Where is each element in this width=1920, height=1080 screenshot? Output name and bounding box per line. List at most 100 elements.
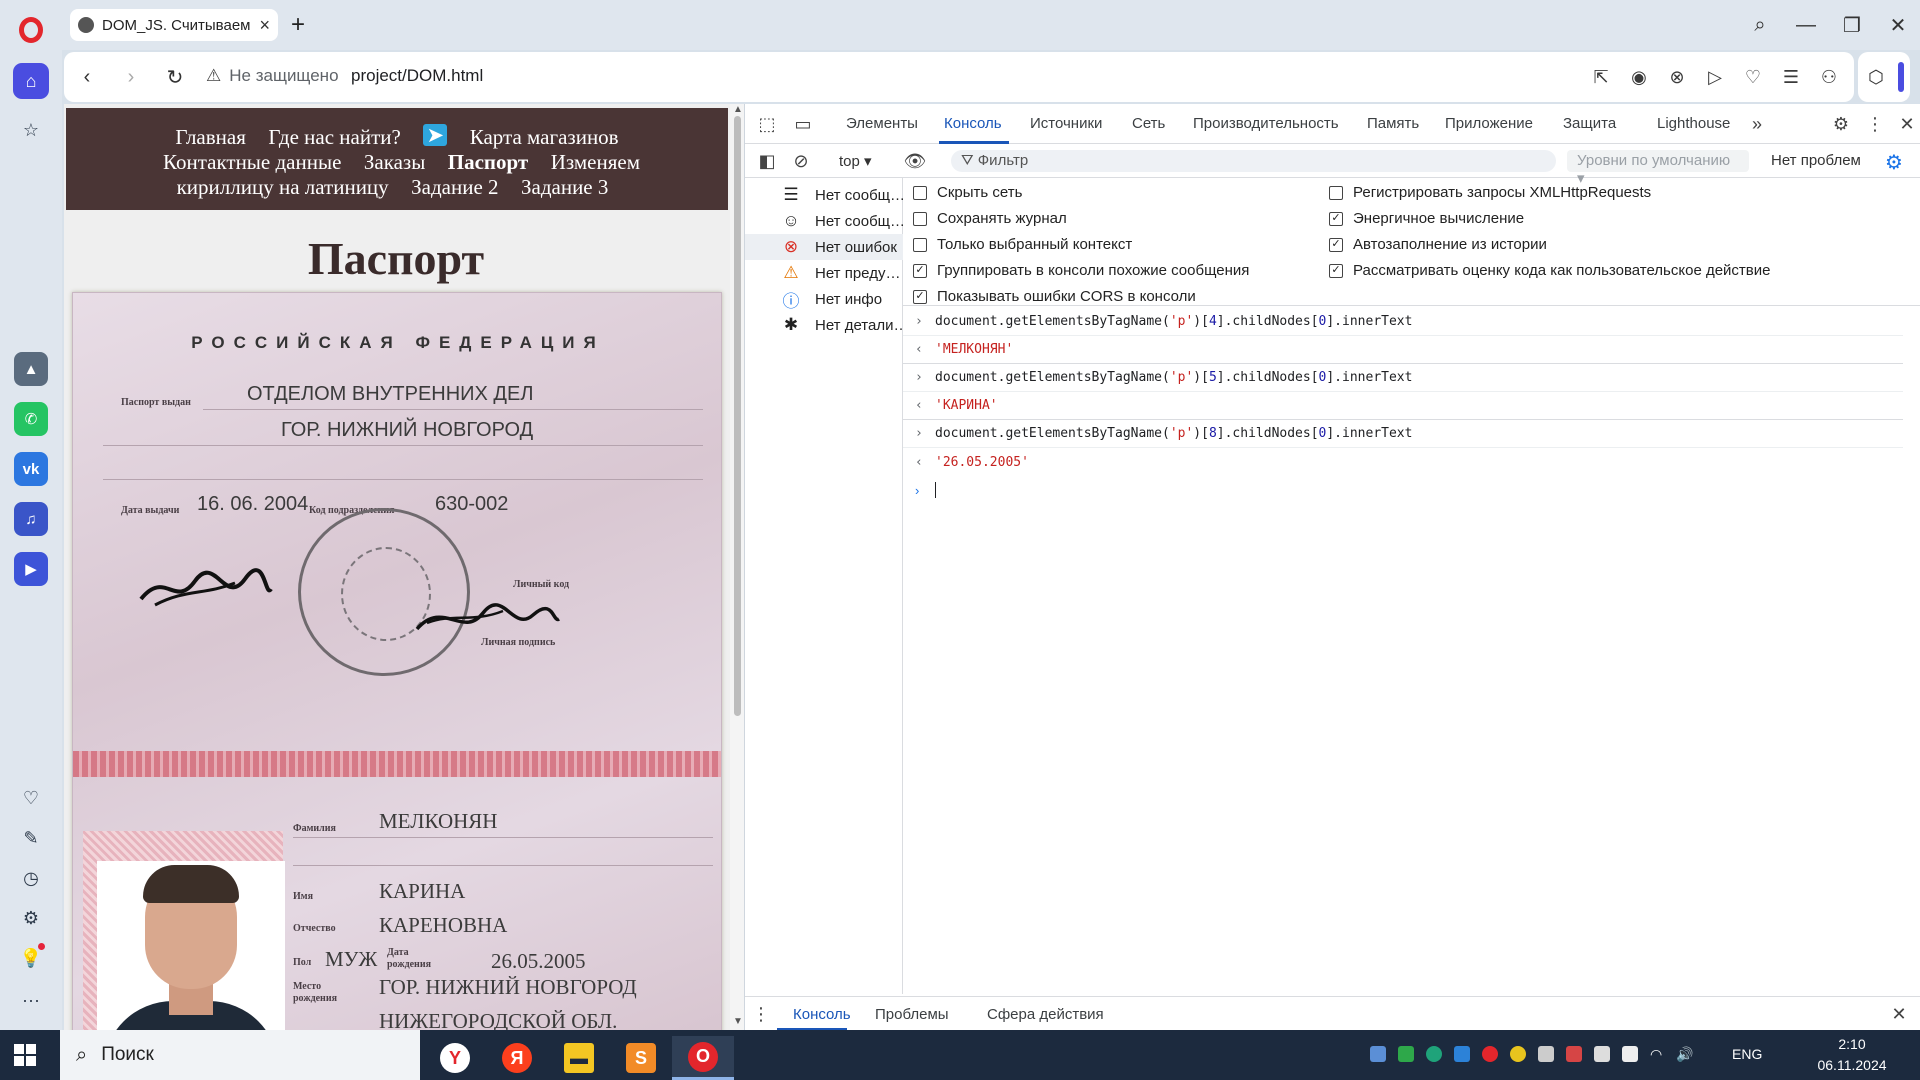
nav-link-home[interactable]: Главная: [175, 125, 246, 149]
sidebar-item-info[interactable]: ⓘ Нет инфо: [745, 286, 903, 312]
option-eager-eval[interactable]: ✓ Энергичное вычисление: [1329, 210, 1524, 227]
sublime-text-icon[interactable]: S: [610, 1036, 672, 1080]
sidebar-item-user-messages[interactable]: ☺ Нет сообщ…: [745, 208, 903, 234]
url-field[interactable]: project/DOM.html: [351, 66, 483, 86]
nav-link-passport[interactable]: Паспорт: [448, 150, 528, 174]
option-user-activation[interactable]: ✓ Рассматривать оценку кода как пользоват…: [1329, 262, 1771, 279]
security-indicator[interactable]: ⚠ Не защищено: [206, 66, 339, 86]
share-icon[interactable]: ⇱: [1588, 64, 1614, 90]
tab-sources[interactable]: Источники: [1030, 115, 1102, 132]
vk-icon[interactable]: vk: [14, 452, 48, 486]
page-scrollbar[interactable]: ▲ ▼: [730, 104, 744, 1030]
opera-logo-icon[interactable]: [19, 17, 43, 43]
sidebar-item-errors[interactable]: ⊗ Нет ошибок: [745, 234, 903, 260]
tab-performance[interactable]: Производительность: [1193, 115, 1339, 132]
language-indicator[interactable]: ENG: [1732, 1046, 1762, 1062]
tips-icon[interactable]: 💡: [13, 940, 49, 976]
search-tabs-icon[interactable]: ⌕: [1742, 11, 1778, 39]
forward-icon[interactable]: ›: [118, 64, 144, 90]
nav-link-where[interactable]: Где нас найти?: [268, 125, 400, 149]
expand-icon[interactable]: ›: [915, 370, 935, 385]
music-app-icon[interactable]: ♫: [14, 502, 48, 536]
option-cors-errors[interactable]: ✓ Показывать ошибки CORS в консоли: [913, 288, 1196, 305]
browser-tab[interactable]: DOM_JS. Считываем инф ×: [70, 9, 278, 41]
checkbox-checked[interactable]: ✓: [913, 289, 927, 304]
volume-icon[interactable]: 🔊: [1676, 1046, 1693, 1062]
drawer-tab-scope[interactable]: Сфера действия: [987, 1006, 1104, 1023]
history-icon[interactable]: ◷: [13, 860, 49, 896]
clock-time[interactable]: 2:10: [1800, 1036, 1904, 1052]
tab-lighthouse[interactable]: Lighthouse: [1657, 115, 1730, 132]
tray-bluetooth-icon[interactable]: [1454, 1046, 1470, 1062]
minimize-button[interactable]: —: [1788, 11, 1824, 39]
devtools-settings-icon[interactable]: ⚙: [1829, 112, 1853, 136]
tray-opera-icon[interactable]: [1482, 1046, 1498, 1062]
scroll-up-icon[interactable]: ▲: [733, 104, 743, 115]
checkbox-checked[interactable]: ✓: [1329, 263, 1343, 278]
taskbar-search[interactable]: ⌕ Поиск: [60, 1030, 420, 1080]
sidebar-toggle[interactable]: [1898, 62, 1904, 92]
back-icon[interactable]: ‹: [74, 64, 100, 90]
devtools-close-icon[interactable]: ✕: [1895, 112, 1919, 136]
nav-link-stores-map[interactable]: Карта магазинов: [470, 125, 619, 149]
sidebar-item-verbose[interactable]: ✱ Нет детали…: [745, 312, 903, 338]
sidebar-item-messages[interactable]: ☰ Нет сообщ…: [745, 182, 903, 208]
clock-date[interactable]: 06.11.2024: [1800, 1057, 1904, 1073]
player-app-icon[interactable]: ▶: [14, 552, 48, 586]
easy-setup-icon[interactable]: ☰: [1778, 64, 1804, 90]
console-input-row[interactable]: › document.getElementsByTagName('p')[5].…: [903, 364, 1903, 392]
checkbox[interactable]: [913, 185, 927, 200]
tab-application[interactable]: Приложение: [1445, 115, 1533, 132]
tray-device-icon[interactable]: [1370, 1046, 1386, 1062]
tab-memory[interactable]: Память: [1367, 115, 1419, 132]
nav-link-task3[interactable]: Задание 3: [521, 175, 608, 199]
yandex-icon[interactable]: Я: [486, 1036, 548, 1080]
drawer-tab-console[interactable]: Консоль: [793, 1006, 851, 1023]
send-icon[interactable]: ▷: [1702, 64, 1728, 90]
nav-link-orders[interactable]: Заказы: [364, 150, 425, 174]
star-icon[interactable]: ☆: [13, 112, 49, 148]
adblock-icon[interactable]: ⊗: [1664, 64, 1690, 90]
wifi-icon[interactable]: ◠: [1650, 1046, 1666, 1062]
checkbox-checked[interactable]: ✓: [1329, 237, 1343, 252]
settings-icon[interactable]: ⚙: [13, 900, 49, 936]
tray-monitor-icon[interactable]: [1594, 1046, 1610, 1062]
windows-start-icon[interactable]: [14, 1044, 36, 1066]
console-settings-icon[interactable]: ⚙: [1885, 150, 1903, 175]
tab-security[interactable]: Защита: [1563, 115, 1616, 132]
scroll-thumb[interactable]: [734, 116, 741, 716]
heart-icon[interactable]: ♡: [13, 780, 49, 816]
tray-security-icon[interactable]: [1566, 1046, 1582, 1062]
option-selected-context[interactable]: Только выбранный контекст: [913, 236, 1132, 253]
option-preserve-log[interactable]: Сохранять журнал: [913, 210, 1067, 227]
device-toggle-icon[interactable]: ▭: [791, 112, 815, 136]
tab-console[interactable]: Консоль: [944, 115, 1002, 132]
telegram-icon[interactable]: ➤: [423, 124, 448, 146]
log-levels-select[interactable]: Уровни по умолчанию ▾: [1567, 150, 1749, 187]
opera-taskbar-icon[interactable]: O: [672, 1036, 734, 1080]
file-explorer-icon[interactable]: ▬: [548, 1036, 610, 1080]
tray-app-icon[interactable]: [1510, 1046, 1526, 1062]
tab-network[interactable]: Сеть: [1132, 115, 1165, 132]
scroll-down-icon[interactable]: ▼: [733, 1016, 743, 1027]
checkbox[interactable]: [1329, 185, 1343, 200]
whatsapp-icon[interactable]: ✆: [14, 402, 48, 436]
yandex-browser-icon[interactable]: Y: [424, 1036, 486, 1080]
console-input-row[interactable]: › document.getElementsByTagName('p')[4].…: [903, 308, 1903, 336]
nav-link-task2[interactable]: Задание 2: [411, 175, 498, 199]
sidebar-item-warnings[interactable]: ⚠ Нет преду…: [745, 260, 903, 286]
extensions-button[interactable]: ⬡: [1858, 52, 1910, 102]
live-expression-icon[interactable]: 👁: [903, 149, 927, 173]
snapshot-icon[interactable]: ◉: [1626, 64, 1652, 90]
inspect-element-icon[interactable]: ⬚: [755, 112, 779, 136]
checkbox-checked[interactable]: ✓: [1329, 211, 1343, 226]
close-tab-icon[interactable]: ×: [259, 15, 270, 36]
aria-app-icon[interactable]: ▲: [14, 352, 48, 386]
context-select[interactable]: top ▾: [839, 152, 872, 170]
tray-usb-icon[interactable]: [1538, 1046, 1554, 1062]
new-tab-button[interactable]: +: [284, 11, 312, 39]
sidebar-toggle-icon[interactable]: ◧: [755, 149, 779, 173]
expand-icon[interactable]: ›: [915, 314, 935, 329]
devtools-menu-icon[interactable]: ⋮: [1863, 112, 1887, 136]
home-icon[interactable]: ⌂: [13, 63, 49, 99]
